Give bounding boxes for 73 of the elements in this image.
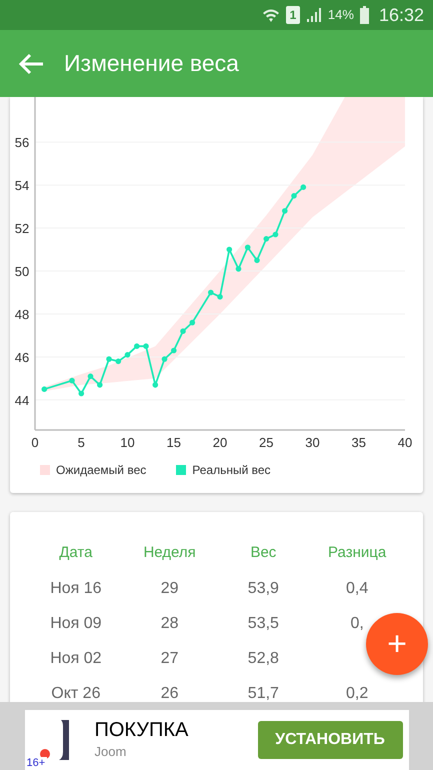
- data-point: [226, 246, 232, 252]
- y-tick-label: 50: [14, 264, 30, 280]
- clock: 16:32: [378, 4, 424, 26]
- table-cell-text: 0,2: [345, 684, 370, 704]
- column-header: Неделя: [142, 543, 197, 563]
- x-tick-label: 20: [212, 435, 228, 450]
- ad-title: ПОКУПКА: [94, 718, 188, 742]
- data-point: [42, 386, 48, 392]
- table-cell-text: 53,9: [246, 578, 280, 598]
- y-tick-label: 52: [14, 221, 30, 236]
- data-point: [208, 290, 214, 296]
- table-cell-text: 28: [160, 614, 180, 634]
- y-tick-label: 48: [14, 306, 30, 322]
- data-point: [134, 343, 140, 349]
- data-point: [116, 358, 122, 364]
- data-point: [217, 294, 223, 300]
- x-tick-label: 35: [352, 435, 366, 450]
- data-point: [124, 352, 130, 358]
- data-point: [152, 382, 158, 388]
- data-point: [143, 343, 149, 349]
- x-tick-label: 0: [31, 435, 39, 450]
- data-point: [282, 208, 288, 214]
- y-tick-label: 56: [14, 135, 30, 150]
- legend-label: Реальный вес: [192, 462, 271, 479]
- table-cell-text: 27: [160, 648, 180, 668]
- table-cell-text: 0,4: [345, 578, 370, 598]
- table-cell-text: Окт 26: [50, 684, 102, 704]
- advertiser-name: Joom: [94, 743, 128, 762]
- table-cell-text: Ноя 16: [49, 578, 103, 598]
- table-cell-text: 52,8: [246, 648, 280, 668]
- table-cell-text: Ноя 02: [49, 648, 103, 668]
- battery-icon: [360, 6, 369, 24]
- table-cell-text: 51,7: [246, 684, 280, 704]
- data-point: [264, 236, 270, 242]
- data-point: [106, 356, 112, 362]
- y-tick-label: 46: [14, 350, 30, 365]
- install-button[interactable]: УСТАНОВИТЬ: [258, 721, 402, 759]
- data-point: [190, 320, 196, 326]
- back-arrow-icon[interactable]: [18, 52, 44, 74]
- data-point: [254, 258, 260, 264]
- sim-icon: 1: [286, 6, 300, 24]
- table-cell-text: 53,5: [246, 614, 280, 634]
- column-header: Вес: [249, 543, 278, 563]
- screen-title: Изменение веса: [64, 49, 239, 78]
- column-header: Дата: [58, 543, 94, 563]
- data-point: [236, 266, 242, 272]
- data-point: [180, 328, 186, 334]
- data-point: [162, 356, 168, 362]
- y-tick-label: 44: [14, 392, 30, 408]
- x-tick-label: 30: [305, 435, 320, 450]
- data-point: [171, 348, 177, 354]
- table-cell-text: 0,: [349, 614, 365, 634]
- signal-icon: [306, 7, 322, 23]
- column-header: Разница: [327, 543, 388, 563]
- data-point: [97, 382, 103, 388]
- data-point: [69, 378, 75, 384]
- battery-percent: 14%: [328, 6, 354, 24]
- x-tick-label: 25: [259, 435, 274, 450]
- x-tick-label: 40: [398, 435, 412, 450]
- y-tick-label: 54: [14, 178, 30, 194]
- x-tick-label: 10: [120, 435, 135, 450]
- data-point: [272, 232, 278, 238]
- data-point: [291, 193, 297, 199]
- data-point: [300, 184, 306, 190]
- table-cell-text: 26: [160, 684, 180, 704]
- table-cell-text: 29: [160, 578, 180, 598]
- x-tick-label: 15: [166, 435, 181, 450]
- legend-label: Ожидаемый вес: [56, 462, 146, 479]
- data-point: [244, 244, 250, 250]
- data-point: [88, 374, 94, 380]
- data-point: [78, 390, 84, 396]
- x-tick-label: 5: [78, 435, 85, 450]
- table-cell-text: Ноя 09: [49, 614, 103, 634]
